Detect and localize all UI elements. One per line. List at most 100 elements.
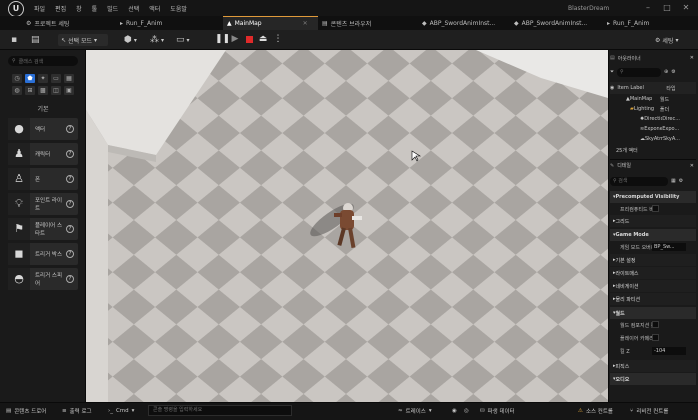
tab-abp-2[interactable]: ◆ ABP_SwordAnimInst... — [510, 16, 602, 30]
grid-view-icon[interactable]: ▦ — [671, 178, 676, 184]
help-icon[interactable]: ? — [66, 200, 74, 208]
menu-select[interactable]: 선택 — [128, 4, 139, 13]
game-mode-select[interactable]: BP_Sw... — [652, 243, 686, 251]
tab-run-anim[interactable]: ▸ Run_F_Anim — [116, 16, 221, 30]
list-item[interactable]: ☁SkyAtmosphereSkyA... — [610, 134, 696, 144]
skip-frame-button[interactable]: ▶ — [229, 33, 241, 46]
cinematic-icon[interactable]: ▭ — [51, 74, 61, 83]
place-character-item[interactable]: ♟ 캐릭터 ? — [8, 143, 78, 165]
record-button[interactable]: ◎ — [464, 405, 469, 416]
minimize-button[interactable]: – — [643, 3, 653, 13]
close-panel-icon[interactable]: ✕ — [690, 163, 694, 169]
menu-actor[interactable]: 액터 — [149, 4, 160, 13]
section-physics-partition[interactable]: ▸ 물리 파티션 — [610, 293, 696, 305]
viewport-scene[interactable] — [86, 50, 608, 402]
menu-file[interactable]: 파일 — [34, 4, 45, 13]
more-icon[interactable]: ▣ — [64, 86, 74, 95]
gear-icon[interactable]: ⚙ — [679, 178, 683, 184]
pause-button[interactable]: ❚❚ — [215, 33, 230, 46]
play-options-button[interactable]: ⋮ — [272, 33, 284, 46]
section-navigation[interactable]: ▸ 네비게이션 — [610, 280, 696, 292]
menu-edit[interactable]: 편집 — [55, 4, 66, 13]
trace-button[interactable]: ≈ 트레이스 ▾ — [398, 405, 432, 416]
help-icon[interactable]: ? — [66, 225, 74, 233]
place-player-start-item[interactable]: ⚑ 플레이어 스타트 ? — [8, 218, 78, 240]
all-classes-icon[interactable]: ▩ — [38, 86, 48, 95]
list-item[interactable]: ▲ MainMap 월드 — [610, 94, 696, 104]
place-actor-item[interactable]: ● 액터 ? — [8, 118, 78, 140]
details-search-input[interactable]: ⚲ 검색 — [610, 176, 668, 186]
section-grid[interactable]: ▸ 그리드 — [610, 215, 696, 227]
stop-button[interactable] — [243, 33, 255, 46]
tab-abp-1[interactable]: ◆ ABP_SwordAnimInst... — [418, 16, 510, 30]
unreal-logo-icon[interactable]: U — [8, 1, 24, 17]
cinematics-button[interactable]: ▭ ▾ — [176, 34, 190, 46]
help-icon[interactable]: ? — [66, 175, 74, 183]
list-item[interactable]: ≋ExponentialHeight...Expo... — [610, 124, 696, 134]
shapes-icon[interactable]: ◫ — [51, 86, 61, 95]
recent-icon[interactable]: ◷ — [12, 74, 22, 83]
tab-mainmap[interactable]: ▲ MainMap ✕ — [223, 16, 318, 30]
menu-tools[interactable]: 툴 — [92, 4, 98, 13]
cmd-dropdown[interactable]: ›_ Cmd ▾ — [108, 405, 134, 416]
maximize-button[interactable]: □ — [662, 3, 672, 13]
gear-icon[interactable]: ⚙ — [671, 69, 675, 75]
menu-help[interactable]: 도움말 — [170, 4, 187, 13]
help-icon[interactable]: ? — [66, 250, 74, 258]
section-game-mode[interactable]: ▾ Game Mode — [610, 229, 696, 241]
eject-button[interactable]: ⏏ — [257, 33, 269, 46]
list-item[interactable]: ✹Directional...Direc... — [610, 114, 696, 124]
close-tab-icon[interactable]: ✕ — [303, 20, 308, 27]
tab-project-settings[interactable]: ⚙ 프로젝트 세팅 — [22, 16, 116, 30]
place-point-light-item[interactable]: 💡︎ 포인트 라이트 ? — [8, 193, 78, 215]
player-camera-checkbox[interactable] — [652, 334, 659, 341]
kill-z-input[interactable]: -104 — [652, 347, 686, 355]
help-icon[interactable]: ? — [66, 275, 74, 283]
close-panel-icon[interactable]: ✕ — [690, 55, 694, 61]
basic-category-icon[interactable]: ⬟ — [25, 74, 35, 83]
section-lightmass[interactable]: ▸ 라이트매스 — [610, 267, 696, 279]
column-label[interactable]: Item Label — [617, 85, 663, 91]
help-icon[interactable]: ? — [66, 125, 74, 133]
section-precomputed-visibility[interactable]: ▾ Precomputed Visibility — [610, 191, 696, 203]
menu-build[interactable]: 빌드 — [107, 4, 118, 13]
outliner-search-input[interactable]: ⚲ — [617, 67, 662, 77]
section-world[interactable]: ▾ 월드 — [610, 307, 696, 319]
source-control-button[interactable]: ⚠ 소스 컨트롤 — [578, 405, 613, 416]
revision-control-button[interactable]: ⑂ 리비전 컨트롤 — [630, 405, 668, 416]
close-button[interactable]: ✕ — [681, 3, 691, 13]
visual-effects-icon[interactable]: ▦ — [64, 74, 74, 83]
blueprint-button[interactable]: ⁂ ▾ — [150, 34, 164, 46]
precomputed-visibility-checkbox[interactable] — [652, 205, 659, 212]
save-button[interactable]: ▪ — [11, 34, 17, 46]
section-basic-settings[interactable]: ▸ 기본 설정 — [610, 254, 696, 266]
place-trigger-sphere-item[interactable]: ◓ 트리거 스피어 ? — [8, 268, 78, 290]
help-icon[interactable]: ? — [66, 150, 74, 158]
mode-select-dropdown[interactable]: ↖ 선택 모드 ▾ — [58, 34, 108, 46]
section-physics[interactable]: ▸ 피직스 — [610, 360, 696, 372]
console-command-input[interactable]: 콘솔 명령을 입력하세요 — [148, 405, 292, 416]
place-trigger-box-item[interactable]: ◼ 트리거 박스 ? — [8, 243, 78, 265]
place-pawn-item[interactable]: ♙ 폰 ? — [8, 168, 78, 190]
add-actor-button[interactable]: ⬢ ▾ — [124, 34, 137, 46]
lights-icon[interactable]: ✦ — [38, 74, 48, 83]
section-audio[interactable]: ▾ 오디오 — [610, 373, 696, 385]
menu-window[interactable]: 창 — [76, 4, 82, 13]
output-log-button[interactable]: ≡ 출력 로그 — [62, 405, 92, 416]
volumes-icon[interactable]: ⊞ — [25, 86, 35, 95]
filter-icon[interactable]: ⏷ — [610, 69, 614, 75]
derived-data-button[interactable]: ⛁ 파생 데이터 — [480, 405, 515, 416]
geometry-icon[interactable]: ◍ — [12, 86, 22, 95]
list-item[interactable]: ▰ Lighting 폴더 — [610, 104, 696, 114]
column-type[interactable]: 타입 — [666, 85, 675, 92]
add-folder-icon[interactable]: ⊕ — [664, 69, 668, 75]
browse-button[interactable]: ▤ — [31, 34, 40, 46]
screenshot-button[interactable]: ◉ — [452, 405, 457, 416]
settings-button[interactable]: ⚙ 세팅 ▾ — [655, 34, 678, 46]
world-composition-checkbox[interactable] — [652, 321, 659, 328]
class-search-input[interactable]: ⚲ 클래스 검색 — [8, 56, 78, 66]
tab-content-browser[interactable]: ▤ 콘텐츠 브라우저 — [318, 16, 416, 30]
level-viewport[interactable] — [86, 50, 608, 402]
content-drawer-button[interactable]: ▤ 콘텐츠 드로어 — [6, 405, 46, 416]
tab-run-anim-2[interactable]: ▸ Run_F_Anim — [603, 16, 675, 30]
